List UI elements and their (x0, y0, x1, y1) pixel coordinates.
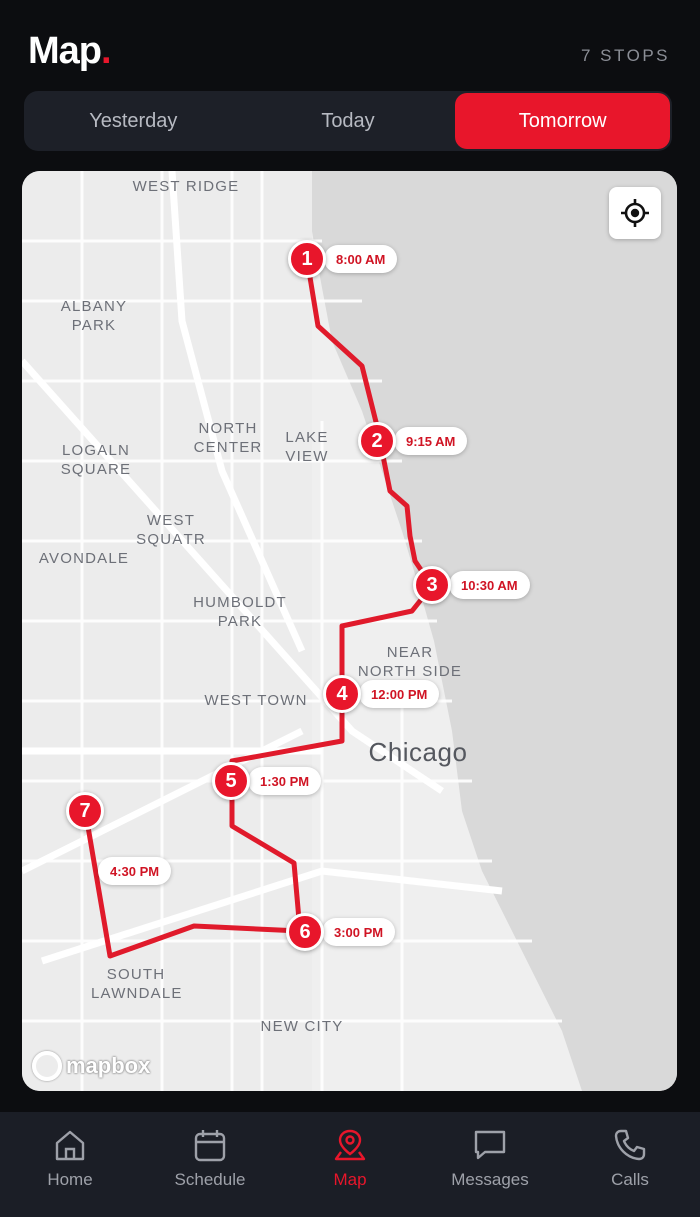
chat-icon (474, 1130, 506, 1160)
stop-time-2: 9:15 AM (394, 427, 468, 455)
stop-marker-1[interactable]: 1 (288, 240, 326, 278)
tab-schedule[interactable]: Schedule (140, 1112, 280, 1217)
tab-tomorrow[interactable]: Tomorrow (455, 93, 671, 149)
stop-marker-3[interactable]: 3 (413, 566, 451, 604)
tab-calls-label: Calls (611, 1170, 649, 1189)
area-label-logan-square: LOGALN SQUARE (60, 442, 132, 478)
calendar-icon (194, 1130, 226, 1162)
city-label: Chicago (368, 737, 468, 767)
map-pin-icon (334, 1129, 366, 1161)
page-title: Map. (28, 30, 112, 72)
area-label-near-north-side: NEAR NORTH SIDE (357, 644, 463, 680)
map-view[interactable]: WEST RIDGE ALBANY PARK NORTH CENTER LAKE… (22, 171, 677, 1091)
stop-time-1: 8:00 AM (324, 245, 398, 273)
area-label-west-ridge: WEST RIDGE (132, 178, 240, 195)
stop-time-4: 12:00 PM (359, 680, 440, 708)
day-selector: Yesterday Today Tomorrow (24, 91, 672, 151)
tab-yesterday[interactable]: Yesterday (26, 93, 241, 149)
tab-today[interactable]: Today (241, 93, 456, 149)
mapbox-attribution[interactable]: mapbox (32, 1051, 150, 1081)
stop-marker-5[interactable]: 5 (212, 762, 250, 800)
stop-time-6: 3:00 PM (322, 918, 396, 946)
area-label-avondale: AVONDALE (38, 550, 130, 567)
stops-count: 7 STOPS (581, 46, 670, 65)
tab-messages[interactable]: Messages (420, 1112, 560, 1217)
bottom-tab-bar: Home Schedule Map Messages Calls (0, 1112, 700, 1217)
tab-home-label: Home (47, 1170, 93, 1189)
locate-button[interactable] (609, 187, 661, 239)
area-label-albany-park: ALBANY PARK (60, 298, 128, 334)
stop-time-5: 1:30 PM (248, 767, 322, 795)
area-label-west-square: WEST SQUAТR (136, 512, 206, 548)
area-label-south-lawndale: SOUTH LAWNDALE (91, 966, 183, 1002)
title-dot: . (101, 30, 112, 72)
tab-messages-label: Messages (451, 1170, 529, 1189)
stop-marker-6[interactable]: 6 (286, 913, 324, 951)
stop-time-7: 4:30 PM (98, 857, 172, 885)
tab-home[interactable]: Home (0, 1112, 140, 1217)
stop-marker-4[interactable]: 4 (323, 675, 361, 713)
home-icon (55, 1130, 85, 1161)
crosshair-icon (621, 199, 649, 227)
area-label-new-city: NEW CITY (260, 1018, 344, 1035)
mapbox-logo-icon (32, 1051, 62, 1081)
phone-icon (614, 1129, 646, 1161)
tab-map[interactable]: Map (280, 1112, 420, 1217)
tab-calls[interactable]: Calls (560, 1112, 700, 1217)
area-label-lake-view: LAKE VIEW (285, 429, 329, 465)
tab-schedule-label: Schedule (174, 1170, 246, 1189)
area-label-west-town: WEST TOWN (204, 692, 308, 709)
header: Map. 7 STOPS (0, 0, 700, 90)
tab-map-label: Map (333, 1170, 367, 1189)
stop-marker-7[interactable]: 7 (66, 792, 104, 830)
stop-time-3: 10:30 AM (449, 571, 530, 599)
mapbox-attribution-label: mapbox (66, 1053, 151, 1078)
area-label-north-center: NORTH CENTER (193, 420, 263, 456)
area-label-humboldt-park: HUMBOLDT PARK (193, 594, 287, 630)
stop-marker-2[interactable]: 2 (358, 422, 396, 460)
